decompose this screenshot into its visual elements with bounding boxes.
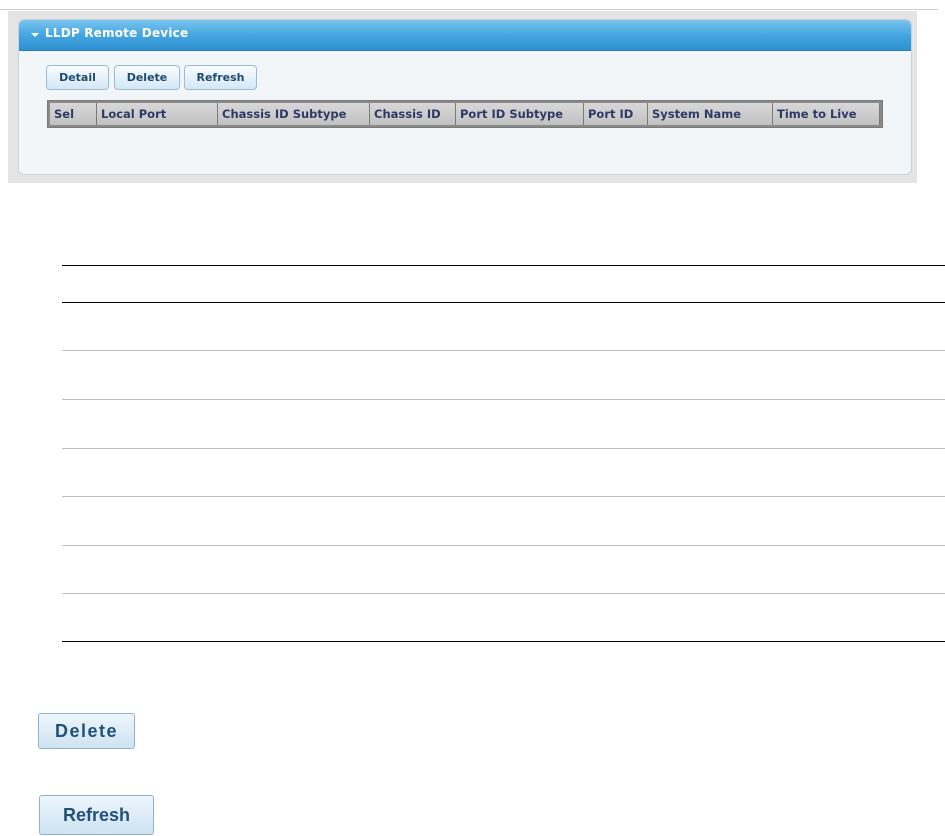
table-header-rule <box>62 302 945 303</box>
column-local-port[interactable]: Local Port <box>97 103 218 125</box>
column-port-id[interactable]: Port ID <box>584 103 648 125</box>
table-row-rule <box>62 399 945 400</box>
remote-device-table-header: Sel Local Port Chassis ID Subtype Chassi… <box>47 100 883 128</box>
column-chassis-id[interactable]: Chassis ID <box>370 103 456 125</box>
column-time-to-live[interactable]: Time to Live <box>773 103 880 125</box>
lldp-remote-device-panel: LLDP Remote Device Detail Delete Refresh… <box>18 19 912 175</box>
panel-title: LLDP Remote Device <box>45 26 189 40</box>
refresh-button[interactable]: Refresh <box>184 65 257 90</box>
table-row-rule <box>62 350 945 351</box>
table-row-rule <box>62 496 945 497</box>
collapse-arrow-icon[interactable] <box>31 33 39 37</box>
refresh-button-large[interactable]: Refresh <box>39 795 154 835</box>
detail-button[interactable]: Detail <box>46 65 109 90</box>
top-divider <box>0 9 938 10</box>
table-bottom-rule <box>62 641 945 642</box>
column-system-name[interactable]: System Name <box>648 103 773 125</box>
delete-button[interactable]: Delete <box>114 65 180 90</box>
panel-header[interactable]: LLDP Remote Device <box>19 20 911 51</box>
column-port-id-subtype[interactable]: Port ID Subtype <box>456 103 584 125</box>
table-row-rule <box>62 448 945 449</box>
column-sel[interactable]: Sel <box>50 103 97 125</box>
table-top-rule <box>62 265 945 266</box>
column-chassis-id-subtype[interactable]: Chassis ID Subtype <box>218 103 370 125</box>
table-row-rule <box>62 545 945 546</box>
table-row-rule <box>62 593 945 594</box>
screenshot-frame: LLDP Remote Device Detail Delete Refresh… <box>8 11 917 183</box>
delete-button-large[interactable]: Delete <box>38 713 135 749</box>
